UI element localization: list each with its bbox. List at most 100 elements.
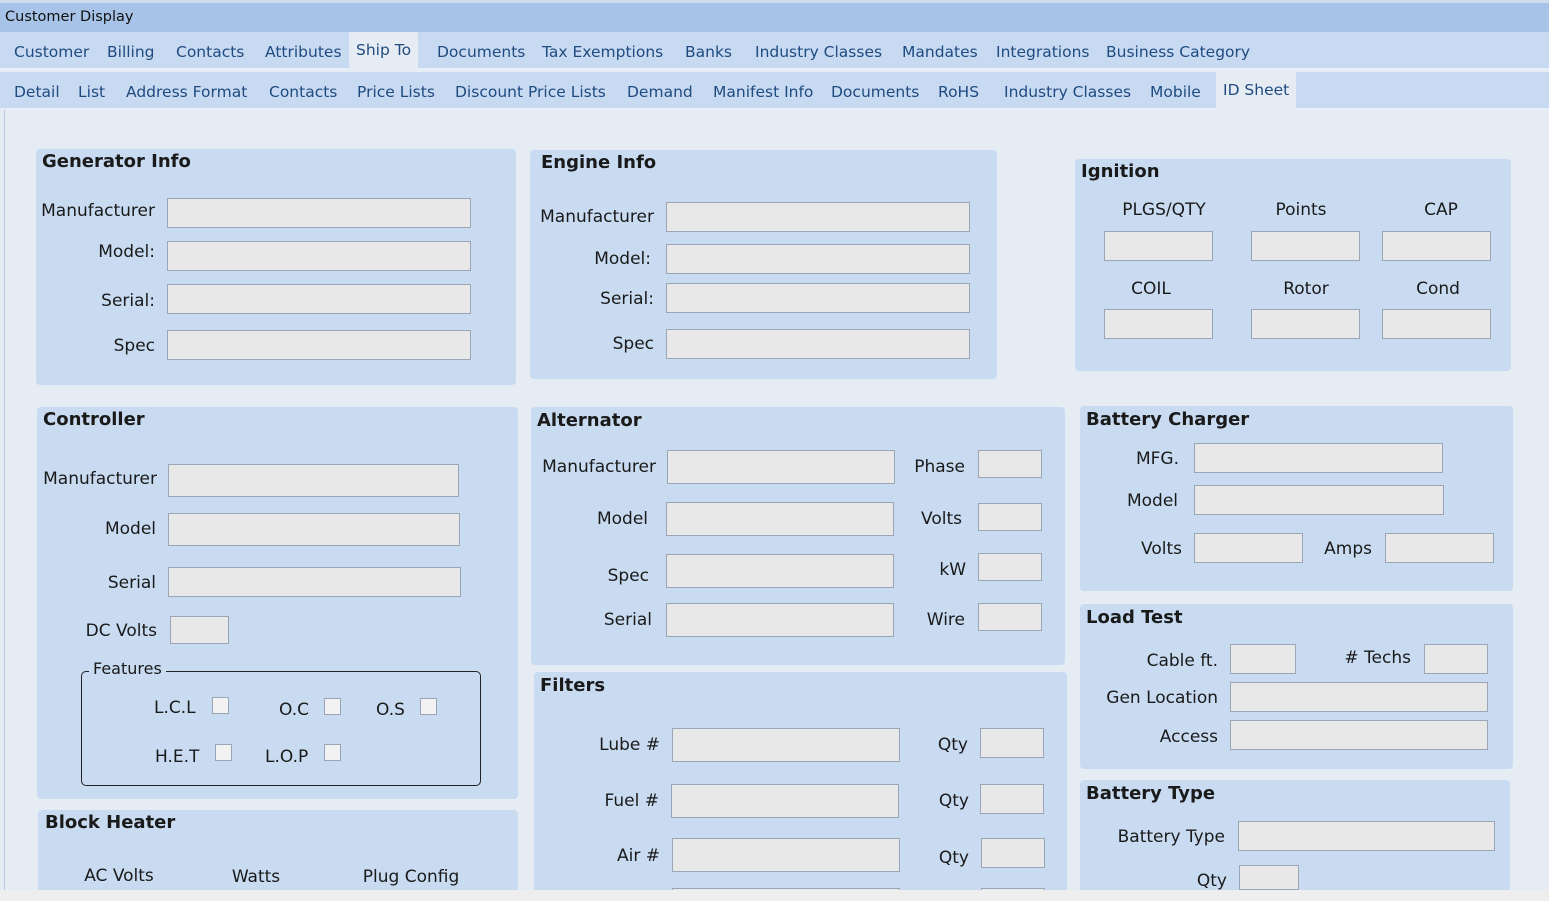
tab-mandates[interactable]: Mandates [902,32,978,68]
filters-title: Filters [540,675,606,696]
subtab-documents[interactable]: Documents [831,72,919,108]
subtab-address-format[interactable]: Address Format [126,72,247,108]
ignition-coil-input[interactable] [1104,309,1213,339]
alternator-wire-input[interactable] [978,603,1042,631]
tab-ship-to[interactable]: Ship To [349,32,419,70]
battery-charger-amps-input[interactable] [1385,533,1494,563]
feature-lcl-checkbox[interactable] [212,697,229,714]
tab-billing[interactable]: Billing [107,32,155,68]
subtab-industry-classes[interactable]: Industry Classes [1004,72,1131,108]
battery-type-qty-input[interactable] [1239,865,1299,890]
load-test-gen-location-label: Gen Location [1106,688,1218,708]
ignition-points-input[interactable] [1251,231,1360,261]
load-test-cable-input[interactable] [1230,644,1296,674]
alternator-manufacturer-label: Manufacturer [542,457,656,477]
engine-manufacturer-input[interactable] [666,202,970,232]
battery-charger-volts-input[interactable] [1194,533,1303,563]
controller-model-input[interactable] [168,513,460,546]
tab-business-category[interactable]: Business Category [1106,32,1250,68]
features-group: Features L.C.L O.C O.S H.E.T L.O.P [81,659,481,786]
ignition-cap-label: CAP [1424,200,1458,220]
subtab-discount-price-lists[interactable]: Discount Price Lists [455,72,606,108]
battery-charger-mfg-input[interactable] [1194,443,1443,473]
tab-banks[interactable]: Banks [685,32,732,68]
load-test-techs-input[interactable] [1424,644,1488,674]
battery-type-label: Battery Type [1117,827,1225,847]
tab-industry-classes[interactable]: Industry Classes [755,32,882,68]
alternator-spec-label: Spec [607,566,649,586]
main-tab-bar: Customer Billing Contacts Attributes Shi… [0,32,1549,70]
filters-panel: Filters Lube # Qty Fuel # Qty Air # Qty [534,672,1067,898]
subtab-list[interactable]: List [78,72,105,108]
feature-het-label: H.E.T [155,747,200,767]
filters-fuel-input[interactable] [671,784,899,818]
block-heater-ac-volts-label: AC Volts [84,866,154,886]
subtab-mobile[interactable]: Mobile [1150,72,1201,108]
filters-fuel-qty-label: Qty [938,791,969,811]
alternator-volts-input[interactable] [978,503,1042,531]
generator-spec-input[interactable] [167,330,471,360]
alternator-phase-label: Phase [914,457,965,477]
filters-lube-qty-input[interactable] [980,728,1044,758]
subtab-id-sheet[interactable]: ID Sheet [1216,72,1297,110]
battery-type-input[interactable] [1238,821,1495,851]
generator-manufacturer-input[interactable] [167,198,471,228]
filters-air-qty-input[interactable] [981,838,1045,868]
feature-het-checkbox[interactable] [215,744,232,761]
subtab-contacts[interactable]: Contacts [269,72,337,108]
alternator-kw-input[interactable] [978,553,1042,581]
alternator-model-input[interactable] [666,502,894,536]
generator-spec-label: Spec [113,336,155,356]
ignition-points-label: Points [1275,200,1327,220]
alternator-manufacturer-input[interactable] [667,450,895,484]
feature-oc-checkbox[interactable] [324,698,341,715]
battery-charger-model-label: Model [1126,491,1178,511]
tab-integrations[interactable]: Integrations [996,32,1089,68]
tab-tax-exemptions[interactable]: Tax Exemptions [542,32,663,68]
battery-charger-model-input[interactable] [1194,485,1444,515]
battery-type-title: Battery Type [1086,783,1216,804]
subtab-manifest-info[interactable]: Manifest Info [713,72,813,108]
load-test-gen-location-input[interactable] [1230,682,1488,712]
ignition-rotor-label: Rotor [1283,279,1329,299]
ignition-rotor-input[interactable] [1251,309,1360,339]
controller-dc-volts-input[interactable] [170,616,229,644]
generator-manufacturer-label: Manufacturer [41,201,155,221]
engine-model-input[interactable] [666,244,970,274]
feature-os-checkbox[interactable] [420,698,437,715]
controller-serial-input[interactable] [168,567,461,597]
tab-contacts[interactable]: Contacts [176,32,244,68]
block-heater-panel: Block Heater AC Volts Watts Plug Config [38,810,518,890]
block-heater-watts-label: Watts [231,867,281,887]
ignition-cap-input[interactable] [1382,231,1491,261]
generator-model-input[interactable] [167,241,471,271]
filters-air-label: Air # [617,846,660,866]
load-test-access-input[interactable] [1230,720,1488,750]
tab-customer[interactable]: Customer [14,32,89,68]
feature-oc-label: O.C [279,700,309,720]
features-legend: Features [89,659,166,678]
tab-attributes[interactable]: Attributes [265,32,342,68]
filters-lube-input[interactable] [672,728,900,762]
generator-serial-input[interactable] [167,284,471,314]
alternator-serial-input[interactable] [666,603,894,637]
controller-manufacturer-input[interactable] [168,464,459,497]
load-test-access-label: Access [1159,727,1218,747]
subtab-detail[interactable]: Detail [14,72,60,108]
feature-lop-checkbox[interactable] [324,744,341,761]
engine-serial-label: Serial: [600,289,654,309]
filters-air-input[interactable] [672,838,900,872]
subtab-price-lists[interactable]: Price Lists [357,72,435,108]
engine-spec-input[interactable] [666,329,970,359]
subtab-demand[interactable]: Demand [627,72,693,108]
tab-documents[interactable]: Documents [437,32,525,68]
ignition-plgs-input[interactable] [1104,231,1213,261]
battery-type-panel: Battery Type Battery Type Qty [1080,780,1510,891]
alternator-spec-input[interactable] [666,554,894,588]
filters-fuel-qty-input[interactable] [980,784,1044,814]
engine-serial-input[interactable] [666,283,970,313]
controller-panel: Controller Manufacturer Model Serial DC … [37,407,518,799]
ignition-cond-input[interactable] [1382,309,1491,339]
alternator-phase-input[interactable] [978,450,1042,478]
subtab-rohs[interactable]: RoHS [938,72,979,108]
